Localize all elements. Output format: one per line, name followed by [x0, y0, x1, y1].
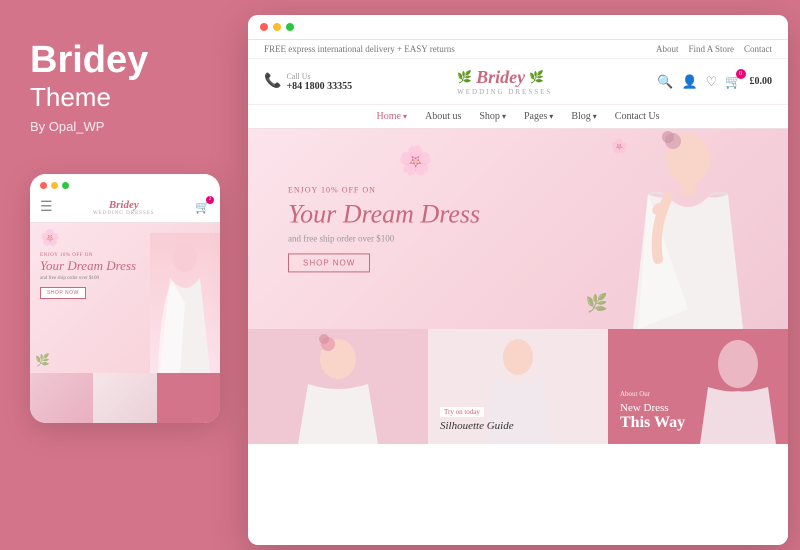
browser-window: FREE express international delivery + EA… [248, 15, 788, 545]
mobile-maximize-dot [62, 182, 69, 189]
header-call-info: Call Us +84 1800 33355 [286, 72, 352, 92]
nav-contact[interactable]: Contact Us [615, 111, 660, 122]
hero-bride-image [588, 129, 768, 329]
mobile-flower-icon: 🌸 [40, 228, 60, 248]
hero-flower-1-icon: 🌸 [398, 144, 433, 178]
topbar-links: About Find A Store Contact [656, 44, 772, 54]
thumbnail-2-tag: Try on today [440, 407, 484, 417]
call-number: +84 1800 33355 [286, 81, 352, 92]
thumbnail-1[interactable] [248, 329, 428, 444]
thumbnail-2-title: Silhouette Guide [440, 420, 514, 432]
mobile-thumb-1 [30, 373, 93, 423]
phone-icon: 📞 [264, 73, 281, 90]
hero-sub-title: and free ship order over $100 [288, 234, 480, 244]
brand-by: By Opal_WP [30, 119, 104, 134]
thumbnail-3-title-sub: This Way [620, 414, 685, 432]
mobile-hero-title: Your Dream Dress [40, 258, 136, 274]
header-logo: 🌿 Bridey 🌿 WEDDING DRESSES [457, 67, 552, 96]
search-icon[interactable]: 🔍 [657, 74, 673, 90]
nav-shop-label: Shop [479, 111, 500, 122]
header-icons: 🔍 👤 ♡ 🛒 0 £0.00 [657, 73, 772, 91]
site-header: 📞 Call Us +84 1800 33355 🌿 Bridey 🌿 WEDD… [248, 59, 788, 105]
hero-bride-svg [588, 129, 768, 329]
nav-contact-label: Contact Us [615, 111, 660, 122]
thumbnail-3[interactable]: About Our New Dress This Way [608, 329, 788, 444]
mobile-nav-bar: ☰ Bridey WEDDING DRESSES 🛒 2 [30, 193, 220, 223]
mobile-bride-image [150, 233, 220, 373]
mobile-bottom-flower-icon: 🌿 [35, 353, 50, 368]
thumbnail-3-title: New Dress This Way [620, 402, 685, 432]
logo-leaf-right-icon: 🌿 [529, 70, 544, 85]
mobile-close-dot [40, 182, 47, 189]
hero-shop-button[interactable]: SHOP NOW [288, 254, 370, 273]
call-label: Call Us [286, 72, 352, 81]
nav-blog-chevron-icon: ▾ [593, 112, 597, 121]
thumbnail-1-image [248, 329, 428, 444]
browser-title-bar [248, 15, 788, 40]
logo-leaf-left-icon: 🌿 [457, 70, 472, 85]
mobile-window-controls [40, 182, 69, 189]
browser-minimize-dot[interactable] [273, 23, 281, 31]
brand-name: Bridey [30, 40, 148, 82]
topbar-store-link[interactable]: Find A Store [688, 44, 734, 54]
mobile-thumb-2 [93, 373, 156, 423]
thumbnail-3-about: About Our [620, 390, 685, 398]
shipping-text: FREE express international delivery + EA… [264, 44, 455, 54]
mobile-logo: Bridey WEDDING DRESSES [93, 199, 155, 216]
nav-home-label: Home [377, 111, 401, 122]
wishlist-icon[interactable]: ♡ [706, 74, 718, 90]
mobile-shop-button[interactable]: SHOP NOW [40, 287, 86, 299]
nav-about[interactable]: About us [425, 111, 461, 122]
hero-main-title: Your Dream Dress [288, 198, 480, 229]
nav-pages-chevron-icon: ▾ [549, 112, 553, 121]
mobile-minimize-dot [51, 182, 58, 189]
logo-name: Bridey [476, 67, 525, 88]
hero-content: ENJOY 10% OFF ON Your Dream Dress and fr… [288, 185, 480, 272]
nav-home[interactable]: Home ▾ [377, 111, 407, 122]
topbar-contact-link[interactable]: Contact [744, 44, 772, 54]
thumbnails-row: Try on today Silhouette Guide About Our … [248, 329, 788, 444]
nav-blog-label: Blog [571, 111, 590, 122]
mobile-hero-sub: and free ship order over $100 [40, 276, 136, 281]
logo-sub: WEDDING DRESSES [457, 88, 552, 96]
thumbnail-2[interactable]: Try on today Silhouette Guide [428, 329, 608, 444]
nav-blog[interactable]: Blog ▾ [571, 111, 596, 122]
browser-maximize-dot[interactable] [286, 23, 294, 31]
site-topbar: FREE express international delivery + EA… [248, 40, 788, 59]
browser-close-dot[interactable] [260, 23, 268, 31]
thumbnail-3-overlay: About Our New Dress This Way [620, 390, 685, 432]
mobile-hero-content: ENJOY 10% OFF ON Your Dream Dress and fr… [40, 253, 136, 300]
cart-count-badge: 0 [736, 69, 746, 79]
mobile-cart-badge: 2 [206, 196, 214, 204]
mobile-hero: 🌸 ENJOY 10% OFF ON Your Dream Dress and … [30, 223, 220, 373]
mobile-title-bar [30, 174, 220, 193]
site-nav: Home ▾ About us Shop ▾ Pages ▾ Blog ▾ Co… [248, 105, 788, 129]
brand-subtitle: Theme [30, 82, 111, 113]
nav-pages[interactable]: Pages ▾ [524, 111, 553, 122]
account-icon[interactable]: 👤 [681, 74, 697, 90]
mobile-bride-svg [150, 233, 220, 373]
header-call: 📞 Call Us +84 1800 33355 [264, 72, 352, 92]
nav-shop-chevron-icon: ▾ [502, 112, 506, 121]
mobile-logo-name: Bridey [93, 199, 155, 211]
hero-discount-text: ENJOY 10% OFF ON [288, 185, 480, 194]
nav-pages-label: Pages [524, 111, 547, 122]
site-hero: ENJOY 10% OFF ON Your Dream Dress and fr… [248, 129, 788, 329]
mobile-cart-icon[interactable]: 🛒 2 [195, 200, 210, 215]
cart-wrapper[interactable]: 🛒 0 [725, 73, 741, 91]
nav-home-chevron-icon: ▾ [403, 112, 407, 121]
mobile-mockup: ☰ Bridey WEDDING DRESSES 🛒 2 🌸 ENJOY 10%… [30, 174, 220, 423]
topbar-about-link[interactable]: About [656, 44, 679, 54]
thumbnail-2-overlay: Try on today Silhouette Guide [440, 401, 514, 432]
left-panel: Bridey Theme By Opal_WP ☰ Bridey WEDDING… [0, 0, 240, 550]
mobile-thumbnails [30, 373, 220, 423]
cart-price: £0.00 [750, 76, 773, 87]
mobile-menu-icon[interactable]: ☰ [40, 199, 53, 216]
nav-shop[interactable]: Shop ▾ [479, 111, 506, 122]
nav-about-label: About us [425, 111, 461, 122]
mobile-thumb-3 [157, 373, 220, 423]
mobile-logo-sub: WEDDING DRESSES [93, 211, 155, 216]
